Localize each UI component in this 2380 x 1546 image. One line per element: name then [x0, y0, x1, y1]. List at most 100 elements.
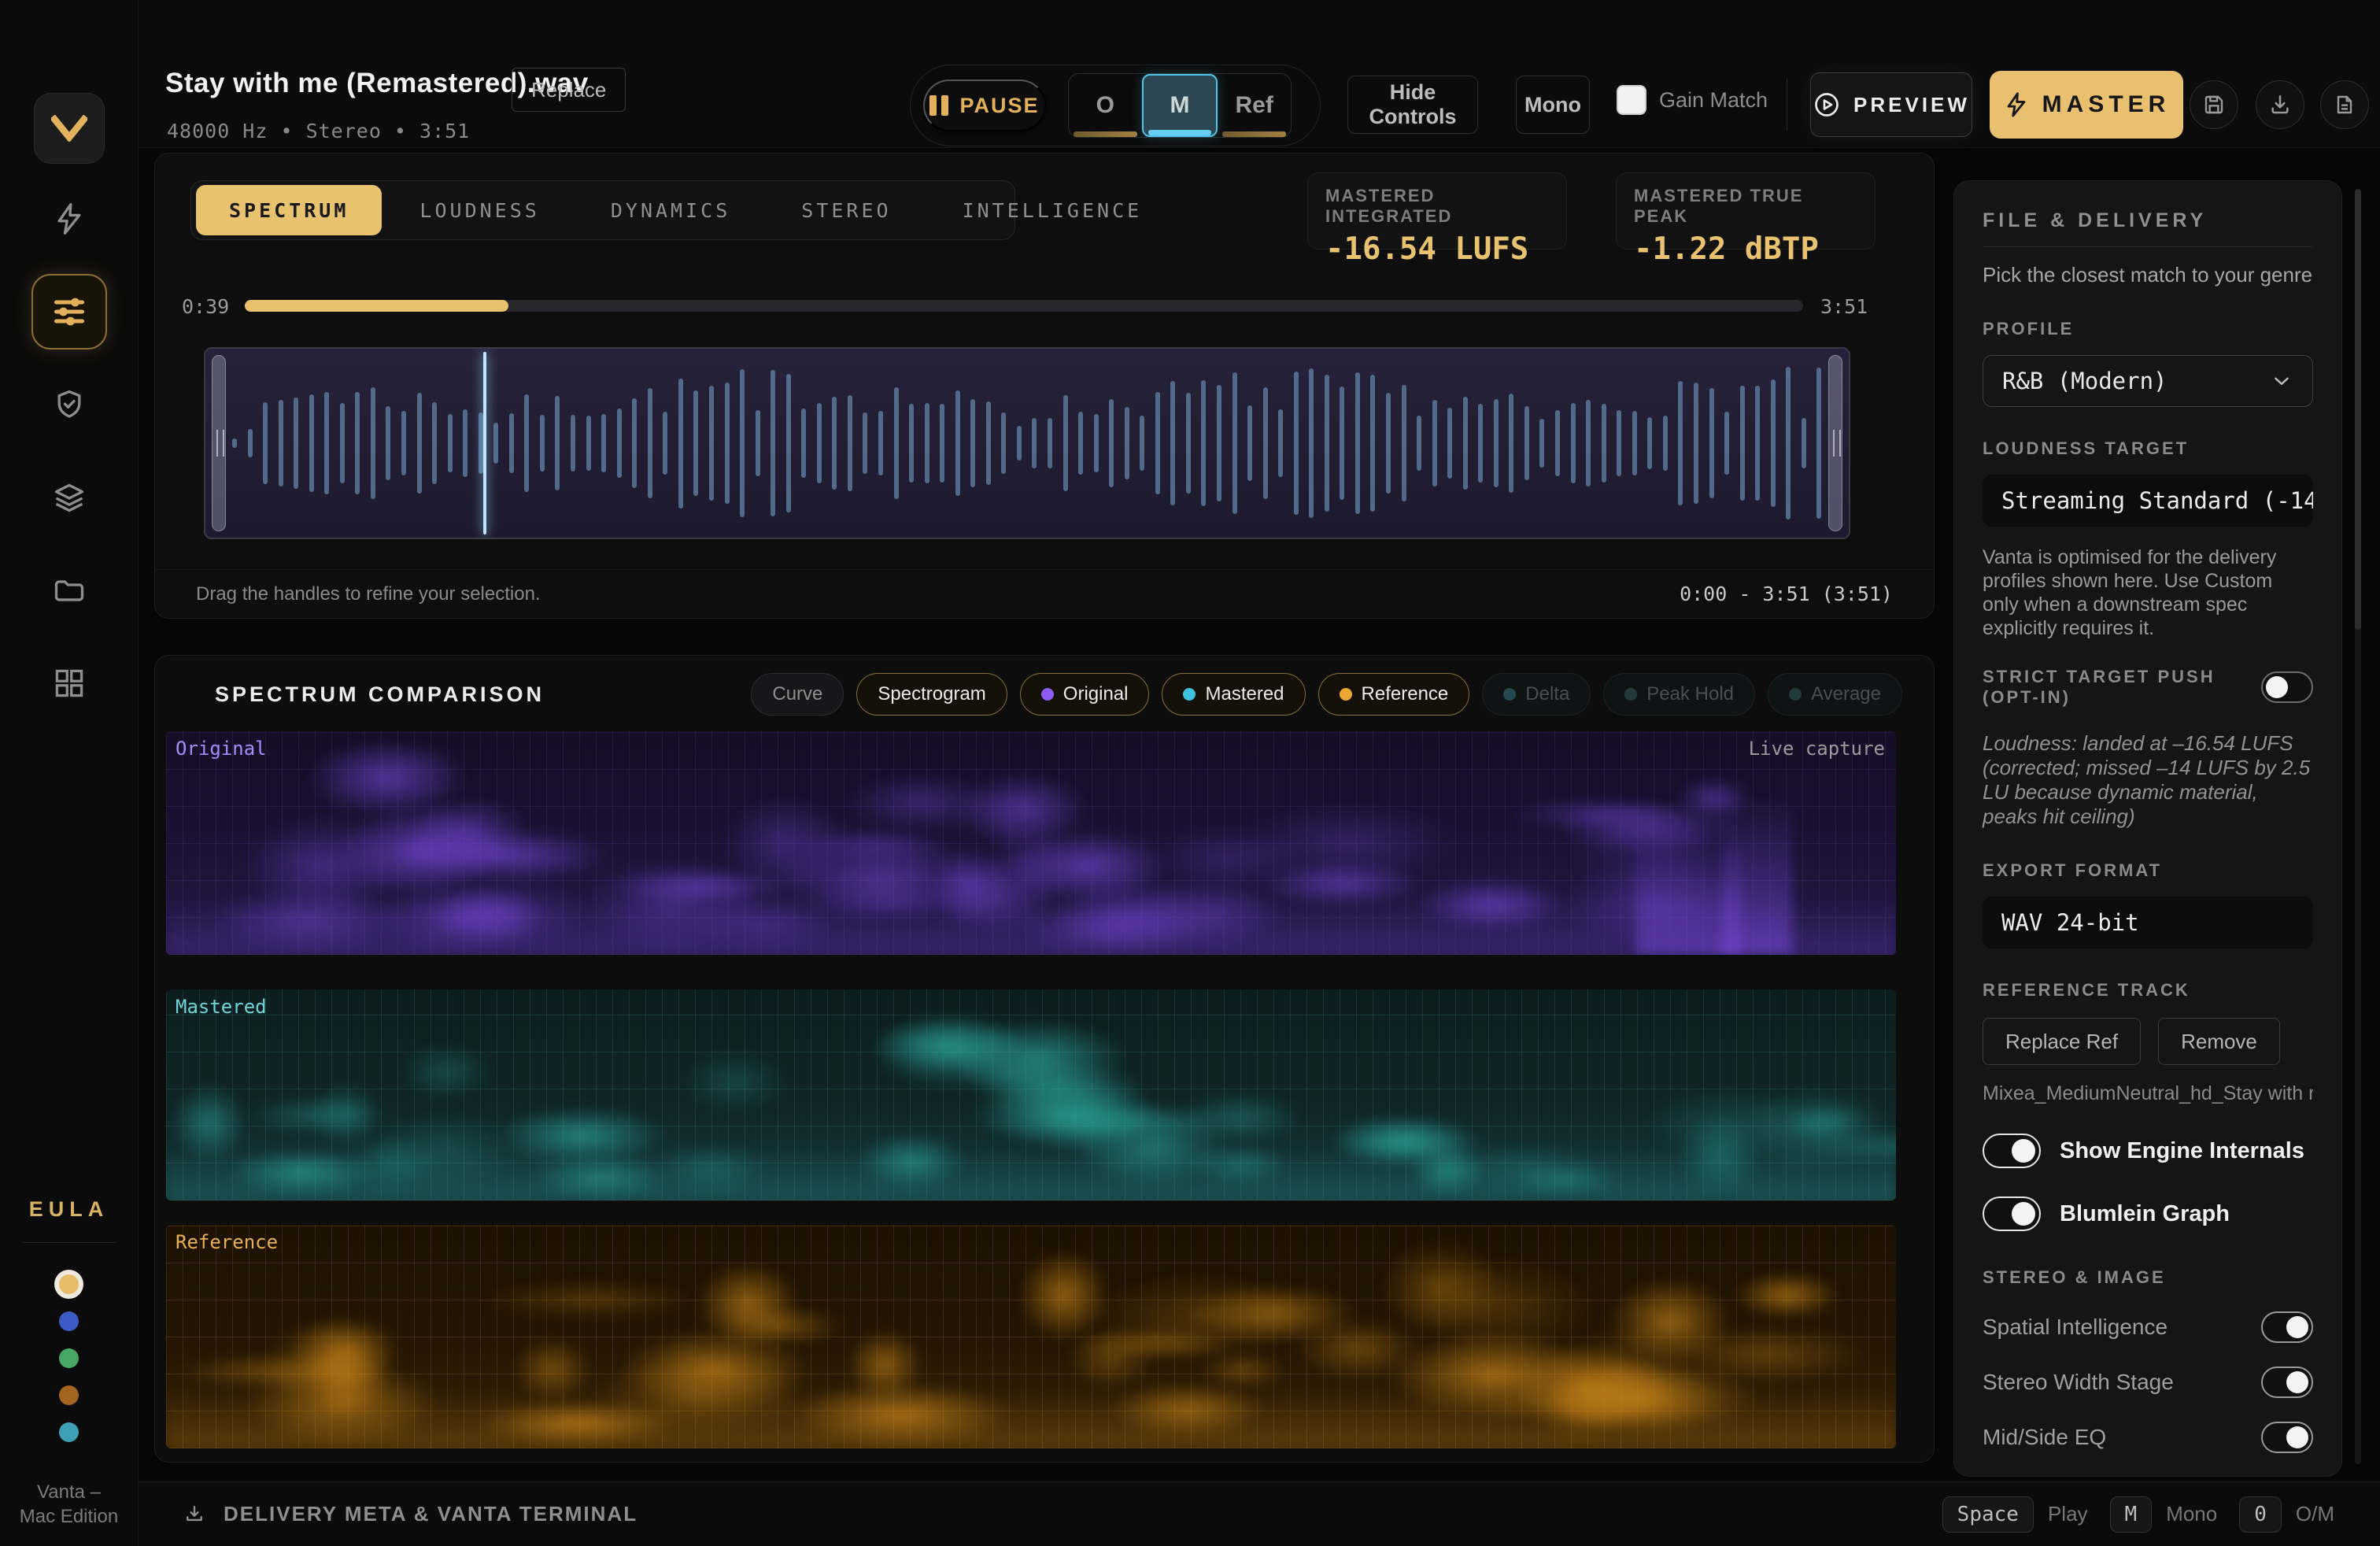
spectrogram-mastered-label: Mastered — [176, 996, 267, 1018]
strict-target-toggle[interactable] — [2261, 671, 2313, 703]
export-download-button[interactable] — [2256, 80, 2304, 129]
eula-link[interactable]: EULA — [29, 1197, 109, 1222]
replace-ref-button[interactable]: Replace Ref — [1983, 1018, 2141, 1065]
remove-ref-button[interactable]: Remove — [2158, 1018, 2280, 1065]
tab-dynamics[interactable]: DYNAMICS — [578, 185, 763, 235]
average-dot-icon — [1789, 688, 1802, 701]
peak-hold-dot-icon — [1624, 688, 1637, 701]
shortcut-hints: Space Play M Mono 0 O/M — [1942, 1496, 2342, 1533]
file-delivery-panel: FILE & DELIVERY Pick the closest match t… — [1953, 180, 2342, 1477]
save-project-button[interactable] — [2190, 80, 2238, 129]
chip-reference[interactable]: Reference — [1318, 673, 1470, 716]
delivery-meta-toggle[interactable]: DELIVERY META & VANTA TERMINAL — [183, 1502, 638, 1526]
stereo-width-stage-row: Stereo Width Stage — [1983, 1367, 2313, 1398]
gain-match-label: Gain Match — [1659, 88, 1768, 113]
v-logo-icon — [51, 115, 87, 142]
selection-range: 0:00 - 3:51 (3:51) — [1680, 583, 1893, 605]
mid-side-eq-toggle[interactable] — [2261, 1422, 2313, 1453]
sidebar-item-integrity[interactable] — [31, 367, 107, 442]
mono-button[interactable]: Mono — [1516, 76, 1590, 134]
stereo-width-stage-toggle[interactable] — [2261, 1367, 2313, 1398]
save-icon — [2201, 92, 2227, 117]
theme-dot-gold[interactable] — [59, 1274, 79, 1294]
blumlein-graph-toggle[interactable] — [1983, 1196, 2041, 1231]
monitor-reference-tab[interactable]: Ref — [1218, 74, 1291, 137]
spectrogram-mastered-energy — [166, 989, 1896, 1200]
export-format-select[interactable]: WAV 24-bit — [1983, 897, 2313, 949]
report-document-button[interactable] — [2320, 80, 2369, 129]
delivery-meta-label: DELIVERY META & VANTA TERMINAL — [224, 1502, 638, 1526]
preview-label: PREVIEW — [1853, 93, 1970, 117]
sidebar-item-quick-master[interactable] — [31, 181, 107, 257]
engine-internals-toggle[interactable] — [1983, 1134, 2041, 1168]
chip-delta[interactable]: Delta — [1482, 673, 1591, 716]
replace-file-button[interactable]: Replace — [512, 68, 626, 112]
waveform-panel[interactable] — [204, 347, 1850, 539]
monitor-original-underline — [1074, 131, 1137, 137]
playback-progress-bar[interactable] — [245, 300, 1803, 312]
hide-controls-button[interactable]: Hide Controls — [1347, 76, 1478, 134]
export-format-value: WAV 24-bit — [2001, 909, 2139, 936]
tab-intelligence[interactable]: INTELLIGENCE — [929, 185, 1176, 235]
tab-spectrum[interactable]: SPECTRUM — [196, 185, 382, 235]
preview-button[interactable]: PREVIEW — [1810, 72, 1972, 137]
chip-peak-hold-label: Peak Hold — [1646, 683, 1734, 705]
monitor-mastered-label: M — [1170, 92, 1190, 119]
mastered-dot-icon — [1183, 688, 1196, 701]
tab-loudness[interactable]: LOUDNESS — [386, 185, 572, 235]
profile-select[interactable]: R&B (Modern) — [1983, 355, 2313, 407]
theme-dot-blue[interactable] — [59, 1311, 79, 1331]
chip-peak-hold[interactable]: Peak Hold — [1603, 673, 1755, 716]
gain-match-checkbox[interactable] — [1617, 85, 1646, 115]
spectrum-comparison-card: SPECTRUM COMPARISON Curve Spectrogram Or… — [154, 655, 1935, 1463]
metric-integrated-value: -16.54 LUFS — [1325, 231, 1549, 267]
panel-scrollbar-thumb[interactable] — [2355, 189, 2361, 630]
download-tray-icon — [183, 1503, 206, 1526]
spectrum-comparison-header: SPECTRUM COMPARISON Curve Spectrogram Or… — [155, 667, 1902, 722]
chip-original[interactable]: Original — [1020, 673, 1150, 716]
loudness-target-select[interactable]: Streaming Standard (-14 LUFS — [1983, 475, 2313, 527]
blumlein-graph-label: Blumlein Graph — [2060, 1201, 2230, 1227]
loudness-target-value: Streaming Standard (-14 LUFS — [2001, 487, 2313, 514]
playhead[interactable] — [483, 352, 486, 534]
theme-dot-teal[interactable] — [59, 1422, 79, 1442]
monitor-mastered-tab[interactable]: M — [1142, 74, 1218, 137]
key-zero-action: O/M — [2296, 1502, 2334, 1526]
engine-internals-label: Show Engine Internals — [2060, 1138, 2304, 1164]
sidebar-item-files[interactable] — [31, 553, 107, 628]
vanta-logo[interactable] — [34, 93, 105, 164]
panel-scrollbar[interactable] — [2355, 189, 2361, 1464]
chip-mastered[interactable]: Mastered — [1162, 673, 1305, 716]
pause-button[interactable]: PAUSE — [923, 80, 1046, 131]
spectrogram-original-label: Original — [176, 738, 267, 760]
spectrum-comparison-title: SPECTRUM COMPARISON — [215, 682, 545, 707]
spatial-intelligence-toggle[interactable] — [2261, 1311, 2313, 1343]
original-dot-icon — [1041, 688, 1054, 701]
strict-target-row: STRICT TARGET PUSH (OPT-IN) — [1983, 667, 2313, 708]
reference-track-label: REFERENCE TRACK — [1983, 980, 2313, 1000]
stereo-width-label: Stereo Width — [2005, 1475, 2132, 1477]
tab-stereo[interactable]: STEREO — [768, 185, 924, 235]
master-button[interactable]: MASTER — [1990, 71, 2183, 139]
live-capture-label: Live capture — [1749, 738, 1885, 760]
strict-target-label: STRICT TARGET PUSH (OPT-IN) — [1983, 667, 2261, 708]
theme-dot-brown[interactable] — [59, 1385, 79, 1405]
metric-true-peak-value: -1.22 dBTP — [1634, 231, 1857, 267]
theme-dot-green[interactable] — [59, 1348, 79, 1368]
spectrogram-original-energy — [166, 731, 1896, 955]
selection-handle-left[interactable] — [212, 355, 226, 531]
sidebar-item-layers[interactable] — [31, 460, 107, 535]
spectrum-chip-row: Curve Spectrogram Original Mastered Refe… — [751, 673, 1902, 716]
metric-integrated-label: MASTERED INTEGRATED — [1325, 186, 1549, 227]
chip-average[interactable]: Average — [1768, 673, 1902, 716]
sidebar-item-mastering-controls[interactable] — [31, 274, 107, 350]
key-zero: 0 — [2239, 1496, 2282, 1533]
selection-handle-right[interactable] — [1828, 355, 1842, 531]
monitor-original-tab[interactable]: O — [1069, 74, 1142, 137]
spectrogram-reference: Reference — [166, 1225, 1896, 1448]
delta-dot-icon — [1503, 688, 1516, 701]
chip-curve[interactable]: Curve — [751, 673, 844, 716]
chip-spectrogram[interactable]: Spectrogram — [856, 673, 1007, 716]
pause-label: PAUSE — [959, 94, 1039, 118]
sidebar-item-modules[interactable] — [31, 645, 107, 721]
